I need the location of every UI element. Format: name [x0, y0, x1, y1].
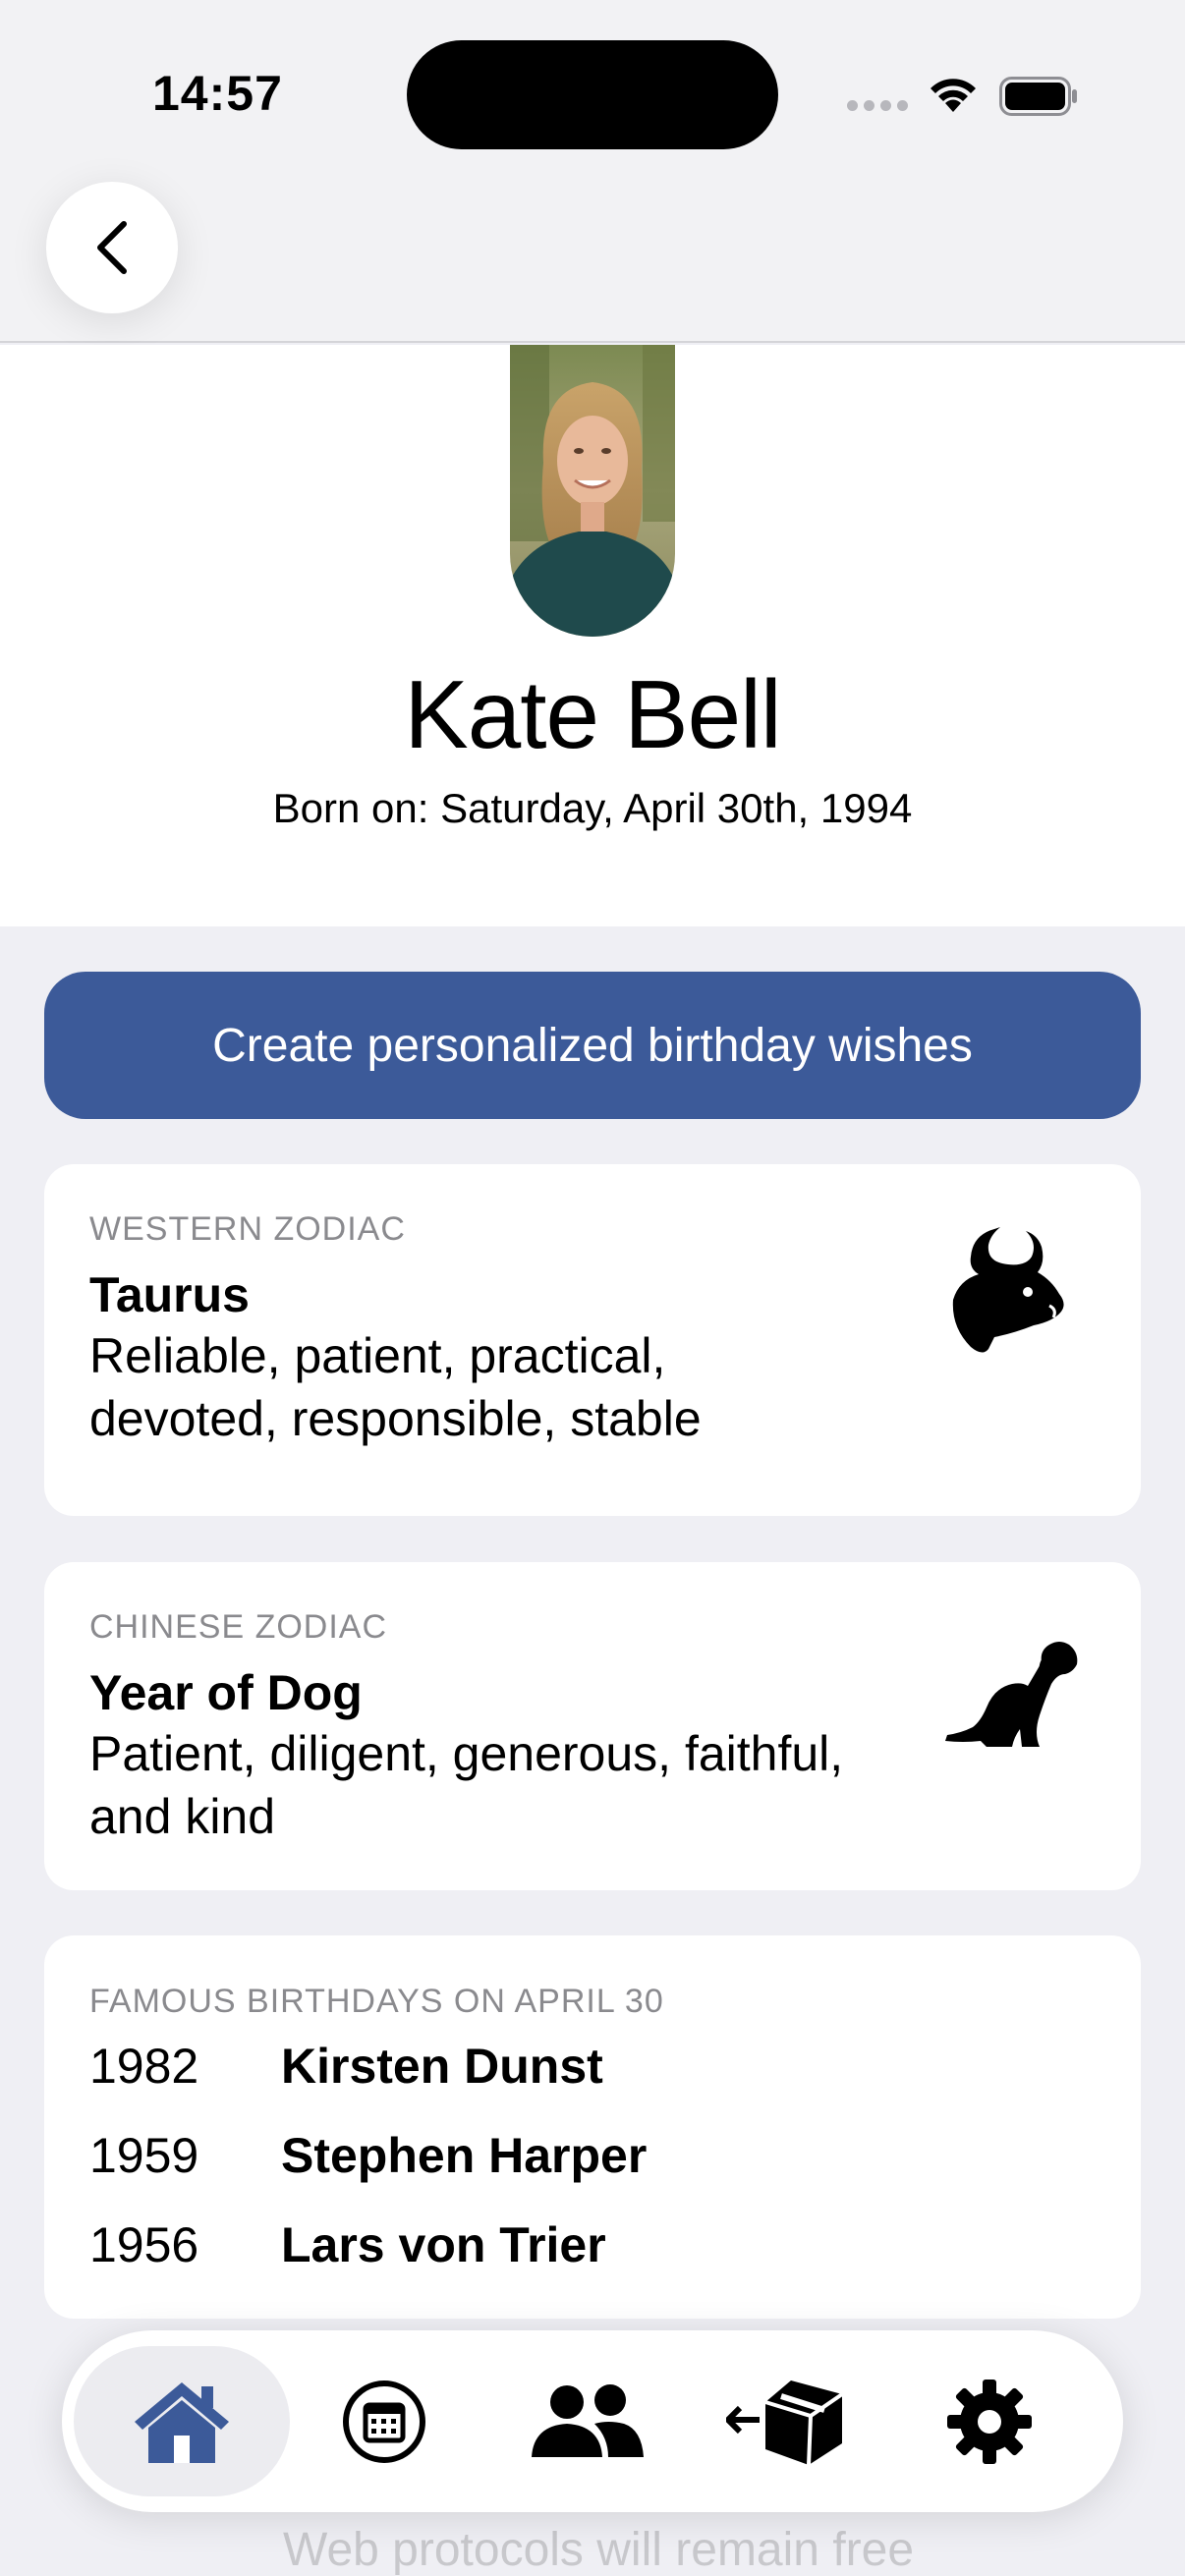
cellular-signal-icon: [847, 100, 908, 111]
calendar-icon: [343, 2380, 425, 2463]
description-line: Reliable, patient, practical,: [89, 1328, 666, 1383]
zodiac-sign: Year of Dog: [89, 1665, 363, 1720]
create-wishes-button[interactable]: Create personalized birthday wishes: [44, 972, 1141, 1119]
wifi-icon: [931, 79, 976, 112]
profile-header: Kate Bell Born on: Saturday, April 30th,…: [0, 345, 1185, 926]
box-export-icon: [726, 2380, 844, 2465]
zodiac-description: Patient, diligent, generous, faithful, a…: [89, 1722, 954, 1848]
western-zodiac-card[interactable]: WESTERN ZODIAC Taurus Reliable, patient,…: [44, 1164, 1141, 1516]
tab-contacts[interactable]: [479, 2346, 695, 2496]
card-label: FAMOUS BIRTHDAYS ON APRIL 30: [89, 1983, 664, 2020]
person-name: Lars von Trier: [281, 2217, 606, 2272]
avatar: [510, 345, 675, 637]
battery-icon: [999, 77, 1077, 116]
tab-home[interactable]: [74, 2346, 290, 2496]
card-label: WESTERN ZODIAC: [89, 1210, 406, 1248]
famous-birthdays-card: FAMOUS BIRTHDAYS ON APRIL 30 1982 Kirste…: [44, 1935, 1141, 2319]
description-line: devoted, responsible, stable: [89, 1391, 702, 1446]
faded-footer-text: Web protocols will remain free: [283, 2524, 915, 2576]
chinese-zodiac-card[interactable]: CHINESE ZODIAC Year of Dog Patient, dili…: [44, 1562, 1141, 1890]
zodiac-sign: Taurus: [89, 1267, 250, 1322]
tab-settings[interactable]: [881, 2346, 1098, 2496]
description-line: and kind: [89, 1789, 276, 1844]
tab-export[interactable]: [679, 2346, 895, 2496]
person-name: Kirsten Dunst: [281, 2039, 603, 2094]
gear-icon: [947, 2379, 1032, 2464]
contact-name: Kate Bell: [404, 660, 781, 768]
birth-year: 1959: [89, 2128, 199, 2183]
bull-icon: [952, 1227, 1064, 1353]
birth-year: 1956: [89, 2217, 199, 2272]
tab-bar: [62, 2330, 1123, 2512]
house-icon: [135, 2381, 229, 2463]
back-button[interactable]: [46, 182, 178, 313]
birth-date: Born on: Saturday, April 30th, 1994: [272, 785, 913, 831]
description-line: Patient, diligent, generous, faithful,: [89, 1726, 844, 1781]
status-time: 14:57: [152, 66, 283, 121]
list-item[interactable]: 1959 Stephen Harper: [89, 2127, 647, 2184]
list-item[interactable]: 1956 Lars von Trier: [89, 2216, 606, 2273]
dynamic-island: [407, 40, 778, 149]
list-item[interactable]: 1982 Kirsten Dunst: [89, 2038, 603, 2095]
navigation-bar: 14:57: [0, 0, 1185, 343]
card-label: CHINESE ZODIAC: [89, 1608, 388, 1646]
tab-calendar[interactable]: [276, 2346, 492, 2496]
birth-year: 1982: [89, 2039, 199, 2094]
dog-icon: [945, 1642, 1078, 1747]
people-icon: [532, 2383, 644, 2457]
chevron-left-icon: [97, 221, 127, 274]
zodiac-description: Reliable, patient, practical, devoted, r…: [89, 1324, 954, 1450]
person-name: Stephen Harper: [281, 2128, 648, 2183]
